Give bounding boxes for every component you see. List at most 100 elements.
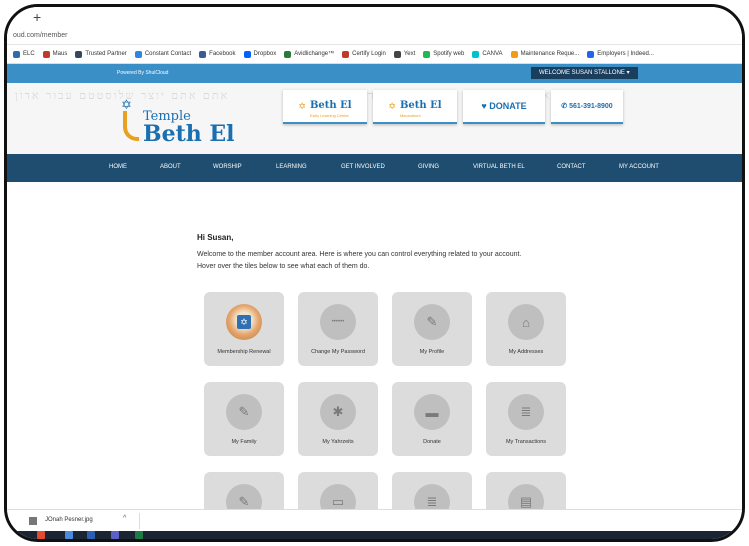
greeting: Hi Susan, xyxy=(197,233,234,242)
intro-line: Hover over the tiles below to see what e… xyxy=(197,263,370,270)
tile-label: My Addresses xyxy=(508,349,544,355)
bookmark-label: Constant Contact xyxy=(144,51,192,57)
phone-label: ✆ 561-391-8900 xyxy=(561,103,613,110)
nav-my-account[interactable]: MY ACCOUNT xyxy=(619,164,659,170)
membership-image: ✡ xyxy=(226,304,262,340)
tile-my-addresses[interactable]: ⌂ My Addresses xyxy=(486,292,566,366)
tile-membership-renewal[interactable]: ✡ Membership Renewal xyxy=(204,292,284,366)
welcome-user-dropdown[interactable]: WELCOME SUSAN STALLONE ▾ xyxy=(531,67,638,79)
tile-my-yahrzeits[interactable]: ✱ My Yahrzeits xyxy=(298,382,378,456)
chevron-up-icon[interactable]: ^ xyxy=(123,515,126,522)
member-content: Hi Susan, Welcome to the member account … xyxy=(7,182,742,539)
bookmark-favicon-icon xyxy=(75,50,83,58)
bookmark-label: Trusted Partner xyxy=(85,51,127,57)
logo-mark xyxy=(123,111,139,141)
star-of-david-icon: ✡ xyxy=(298,100,306,111)
url-text[interactable]: oud.com/member xyxy=(13,32,67,39)
donate-header-button[interactable]: ♥ DONATE xyxy=(463,90,545,124)
screen: + oud.com/member ELC Maus Trusted Partner C… xyxy=(7,7,742,539)
app-icon[interactable] xyxy=(37,531,45,539)
bookmark-item[interactable]: Certify Login xyxy=(342,50,386,58)
box-subtitle: Mausoleum xyxy=(399,112,421,118)
word-icon[interactable] xyxy=(87,531,95,539)
chrome-icon[interactable] xyxy=(65,531,73,539)
bookmark-item[interactable]: ELC xyxy=(13,50,35,58)
logo-text-beth-el: Beth El xyxy=(143,121,235,147)
bookmark-item[interactable]: Constant Contact xyxy=(134,50,192,58)
bookmark-favicon-icon xyxy=(134,50,142,58)
tile-label: Change My Password xyxy=(311,349,365,355)
tile-label: My Profile xyxy=(419,349,445,355)
nav-get-involved[interactable]: GET INVOLVED xyxy=(341,164,385,170)
nav-virtual-beth-el[interactable]: VIRTUAL BETH EL xyxy=(473,164,525,170)
bookmark-favicon-icon xyxy=(393,50,401,58)
tile-my-transactions[interactable]: ≣ My Transactions xyxy=(486,382,566,456)
star-of-david-icon: ✡ xyxy=(237,315,251,329)
bookmark-label: Avidlichange™ xyxy=(294,51,335,57)
tile-change-password[interactable]: •••••• Change My Password xyxy=(298,292,378,366)
phone-header-button[interactable]: ✆ 561-391-8900 xyxy=(551,90,623,124)
tile-donate[interactable]: ▬ Donate xyxy=(392,382,472,456)
bookmark-label: CANVA xyxy=(482,51,503,57)
bookmark-label: Facebook xyxy=(209,51,236,57)
bookmark-label: Employers | Indeed... xyxy=(597,51,654,57)
teams-icon[interactable] xyxy=(111,531,119,539)
box-subtitle: Early Learning Center xyxy=(309,112,349,118)
bookmark-favicon-icon xyxy=(13,50,20,58)
bookmark-item[interactable]: Facebook xyxy=(199,50,236,58)
bookmark-item[interactable]: Dropbox xyxy=(243,50,276,58)
tile-label: Donate xyxy=(423,439,441,445)
tile-label: My Transactions xyxy=(505,439,547,445)
temple-logo[interactable]: ✡ Temple Beth El xyxy=(119,97,259,151)
donate-label: ♥ DONATE xyxy=(481,101,527,111)
tile-label: My Family xyxy=(231,439,257,445)
taskbar xyxy=(7,531,742,539)
bookmark-item[interactable]: Maintenance Reque... xyxy=(510,50,580,58)
bookmark-favicon-icon xyxy=(342,50,350,58)
nav-contact[interactable]: CONTACT xyxy=(557,164,586,170)
password-icon: •••••• xyxy=(320,304,356,340)
bookmark-item[interactable]: Employers | Indeed... xyxy=(587,50,654,58)
box-title: Beth El xyxy=(399,99,442,111)
bookmark-favicon-icon xyxy=(510,50,518,58)
nav-home[interactable]: HOME xyxy=(109,164,127,170)
bookmark-label: Maintenance Reque... xyxy=(520,51,580,57)
powered-by-link[interactable]: Powered By ShulCloud xyxy=(117,70,168,76)
nav-giving[interactable]: GIVING xyxy=(418,164,439,170)
new-tab-button[interactable]: + xyxy=(33,9,41,25)
tile-label: Membership Renewal xyxy=(217,349,271,355)
download-file-name[interactable]: JOnah Pesner.jpg xyxy=(45,517,93,523)
bookmark-label: Certify Login xyxy=(352,51,386,57)
site-header: אתם אתם יוצר שלוסטטם עבור אדון אתם אתם י… xyxy=(7,83,742,154)
nav-learning[interactable]: LEARNING xyxy=(276,164,307,170)
main-nav: HOME ABOUT WORSHIP LEARNING GET INVOLVED… xyxy=(7,154,742,182)
tile-my-family[interactable]: ✎ My Family xyxy=(204,382,284,456)
bookmark-item[interactable]: Trusted Partner xyxy=(75,50,127,58)
box-title: Beth El xyxy=(309,99,352,111)
intro-text: Welcome to the member account area. Here… xyxy=(197,249,587,273)
bookmark-label: ELC xyxy=(23,51,35,57)
downloads-bar: JOnah Pesner.jpg ^ xyxy=(7,509,742,531)
tab-strip: + xyxy=(7,7,742,31)
tile-my-profile[interactable]: ✎ My Profile xyxy=(392,292,472,366)
yahrzeit-icon: ✱ xyxy=(320,394,356,430)
bookmark-item[interactable]: Yext xyxy=(393,50,416,58)
bookmark-label: Yext xyxy=(403,51,416,57)
family-edit-icon: ✎ xyxy=(226,394,262,430)
mausoleum-button[interactable]: ✡ Beth El Mausoleum xyxy=(373,90,457,124)
profile-edit-icon: ✎ xyxy=(414,304,450,340)
home-edit-icon: ⌂ xyxy=(508,304,544,340)
nav-worship[interactable]: WORSHIP xyxy=(213,164,242,170)
bookmark-item[interactable]: Maus xyxy=(42,50,68,58)
bookmark-label: Maus xyxy=(52,51,68,57)
bookmark-item[interactable]: Spotify web xyxy=(423,50,464,58)
nav-about[interactable]: ABOUT xyxy=(160,164,181,170)
bookmark-item[interactable]: CANVA xyxy=(472,50,503,58)
intro-line: Welcome to the member account area. Here… xyxy=(197,251,522,258)
excel-icon[interactable] xyxy=(135,531,143,539)
bookmark-favicon-icon xyxy=(42,50,50,58)
early-learning-center-button[interactable]: ✡ Beth El Early Learning Center xyxy=(283,90,367,124)
bookmark-item[interactable]: Avidlichange™ xyxy=(284,50,335,58)
address-bar[interactable]: oud.com/member xyxy=(7,31,742,45)
divider xyxy=(139,513,140,529)
